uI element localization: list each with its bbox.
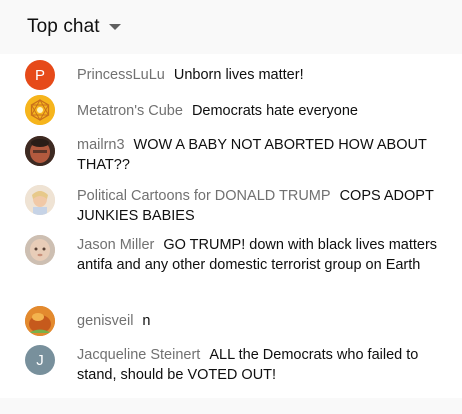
message-text: WOW A BABY NOT ABORTED HOW ABOUT THAT??: [77, 137, 427, 173]
author-name[interactable]: genisveil: [77, 313, 133, 329]
author-name[interactable]: Jacqueline Steinert: [77, 347, 200, 363]
message-text: Unborn lives matter!: [173, 67, 304, 83]
chat-header: Top chat: [0, 0, 462, 54]
avatar-letter: P: [34, 66, 45, 84]
message-text: Democrats hate everyone: [191, 103, 358, 119]
caret-down-icon[interactable]: [108, 21, 121, 33]
orange-photo-avatar[interactable]: [25, 306, 55, 336]
message-body: PrincessLuLu Unborn lives matter!: [77, 65, 452, 85]
author-name[interactable]: Metatron's Cube: [77, 103, 183, 119]
metatron-cube-icon[interactable]: [25, 95, 55, 125]
chat-footer: [0, 398, 462, 414]
chat-mode-title[interactable]: Top chat: [27, 16, 100, 38]
message-body: genisveil n: [77, 311, 452, 331]
message-body: Metatron's Cube Democrats hate everyone: [77, 101, 452, 121]
author-name[interactable]: PrincessLuLu: [77, 67, 165, 83]
message-body: mailrn3 WOW A BABY NOT ABORTED HOW ABOUT …: [77, 135, 452, 175]
author-name[interactable]: mailrn3: [77, 137, 125, 153]
message-body: Jacqueline Steinert ALL the Democrats who…: [77, 345, 452, 385]
baby-photo-avatar[interactable]: [25, 235, 55, 265]
author-avatar[interactable]: P: [25, 60, 55, 90]
author-name[interactable]: Political Cartoons for DONALD TRUMP: [77, 188, 331, 204]
message-text: n: [142, 313, 151, 329]
author-name[interactable]: Jason Miller: [77, 237, 154, 253]
photo-avatar[interactable]: [25, 136, 55, 166]
message-body: Jason Miller GO TRUMP! down with black li…: [77, 235, 452, 275]
avatar-letter: J: [36, 351, 44, 369]
message-body: Political Cartoons for DONALD TRUMP COPS …: [77, 186, 452, 226]
author-avatar[interactable]: J: [25, 345, 55, 375]
cartoon-avatar[interactable]: [25, 185, 55, 215]
